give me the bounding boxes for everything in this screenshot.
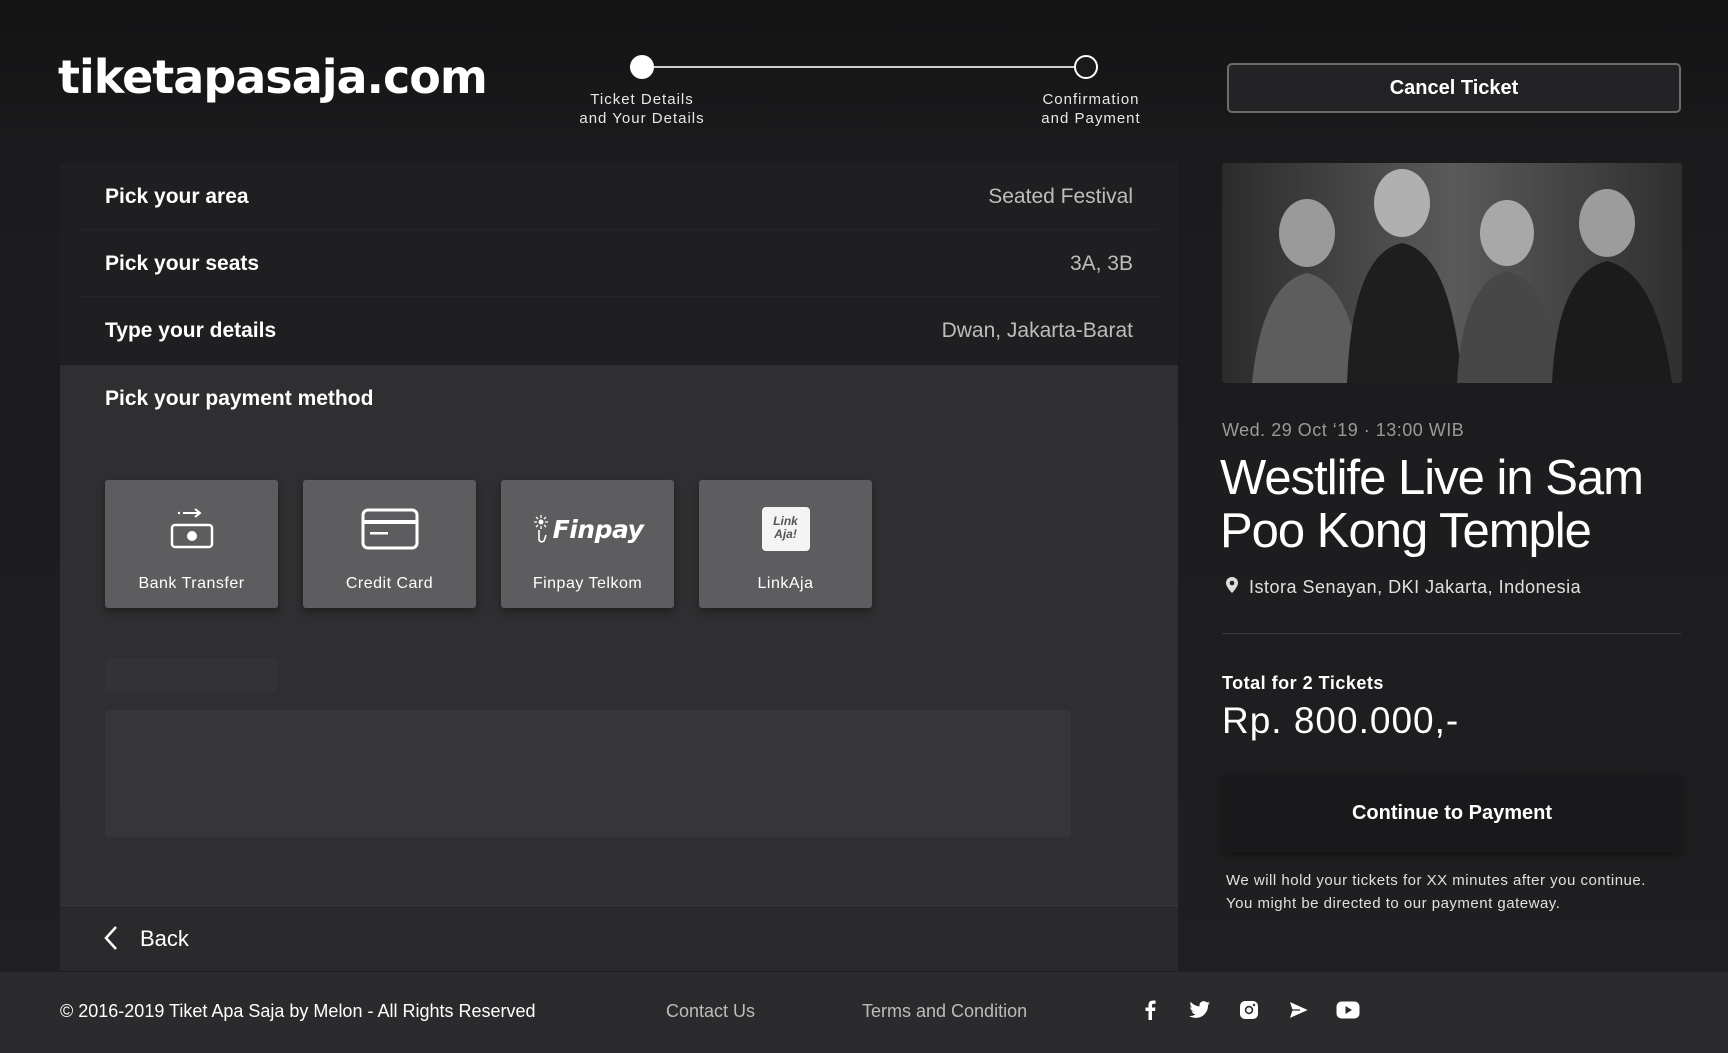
payment-option-linkaja[interactable]: Link Aja! LinkAja	[699, 480, 872, 608]
stepper-line	[642, 66, 1086, 68]
loading-placeholder	[105, 658, 277, 692]
details-value: Dwan, Jakarta-Barat	[941, 318, 1133, 342]
step-2-dot	[1074, 55, 1098, 79]
finpay-logo: Finpay	[501, 504, 674, 554]
telegram-icon[interactable]	[1287, 998, 1311, 1022]
back-label: Back	[140, 926, 189, 951]
hold-note-line: You might be directed to our payment gat…	[1226, 895, 1561, 912]
event-photo	[1222, 163, 1682, 383]
footer: © 2016-2019 Tiket Apa Saja by Melon - Al…	[0, 972, 1728, 1053]
chevron-left-icon	[102, 924, 120, 957]
summary-divider	[1222, 633, 1681, 634]
cancel-ticket-button[interactable]: Cancel Ticket	[1227, 63, 1681, 113]
contact-us-link[interactable]: Contact Us	[666, 1001, 755, 1022]
credit-card-icon	[303, 504, 476, 554]
bank-transfer-icon	[105, 504, 278, 554]
payment-option-label: Credit Card	[345, 575, 434, 592]
details-row[interactable]: Type your details Dwan, Jakarta-Barat	[60, 297, 1178, 364]
hold-note: We will hold your tickets for XX minutes…	[1226, 869, 1646, 915]
terms-link[interactable]: Terms and Condition	[862, 1001, 1027, 1022]
payment-option-credit-card[interactable]: Credit Card	[303, 480, 476, 608]
area-row[interactable]: Pick your area Seated Festival	[60, 163, 1178, 230]
instagram-icon[interactable]	[1237, 998, 1261, 1022]
youtube-icon[interactable]	[1336, 998, 1360, 1022]
step-1-dot	[630, 55, 654, 79]
payment-option-label: Finpay Telkom	[532, 575, 643, 592]
seats-value: 3A, 3B	[1069, 251, 1133, 275]
seats-label: Pick your seats	[105, 251, 260, 275]
progress-stepper: Ticket Details and Your Details Confirma…	[560, 52, 1140, 142]
seats-row[interactable]: Pick your seats 3A, 3B	[60, 230, 1178, 297]
step-2-label: Confirmation and Payment	[1041, 91, 1141, 127]
continue-to-payment-button[interactable]: Continue to Payment	[1222, 775, 1682, 852]
booking-panel: Pick your area Seated Festival Pick your…	[60, 163, 1178, 971]
location-pin-icon	[1225, 576, 1239, 599]
event-title: Westlife Live in Sam Poo Kong Temple	[1220, 451, 1644, 558]
linkaja-logo-text: Link Aja!	[761, 507, 810, 551]
back-button[interactable]: Back	[60, 905, 1178, 971]
payment-option-bank-transfer[interactable]: Bank Transfer	[105, 480, 278, 608]
brand-logo[interactable]: tiketapasaja.com	[58, 50, 488, 104]
payment-title: Pick your payment method	[105, 387, 374, 410]
facebook-icon[interactable]	[1138, 998, 1162, 1022]
details-label: Type your details	[105, 318, 277, 342]
area-value: Seated Festival	[988, 184, 1133, 208]
copyright-text: © 2016-2019 Tiket Apa Saja by Melon - Al…	[60, 1001, 536, 1021]
event-date: Wed. 29 Oct ‘19 · 13:00 WIB	[1222, 420, 1465, 440]
payment-option-label: Bank Transfer	[138, 575, 245, 592]
finpay-logo-text: Finpay	[552, 514, 644, 544]
payment-section: Pick your payment method Bank Transfer C…	[60, 365, 1178, 907]
area-label: Pick your area	[105, 184, 249, 208]
location-text: Istora Senayan, DKI Jakarta, Indonesia	[1249, 577, 1582, 597]
total-label: Total for 2 Tickets	[1222, 673, 1384, 693]
linkaja-logo: Link Aja!	[699, 504, 872, 554]
event-location: Istora Senayan, DKI Jakarta, Indonesia	[1225, 576, 1581, 599]
payment-option-finpay[interactable]: Finpay Finpay Telkom	[501, 480, 674, 608]
loading-placeholder-block	[105, 710, 1071, 837]
twitter-icon[interactable]	[1188, 998, 1212, 1022]
hold-note-line: We will hold your tickets for XX minutes…	[1226, 872, 1646, 889]
payment-option-label: LinkAja	[757, 575, 814, 592]
step-1-label: Ticket Details and Your Details	[579, 91, 705, 127]
total-price: Rp. 800.000,-	[1222, 700, 1460, 741]
